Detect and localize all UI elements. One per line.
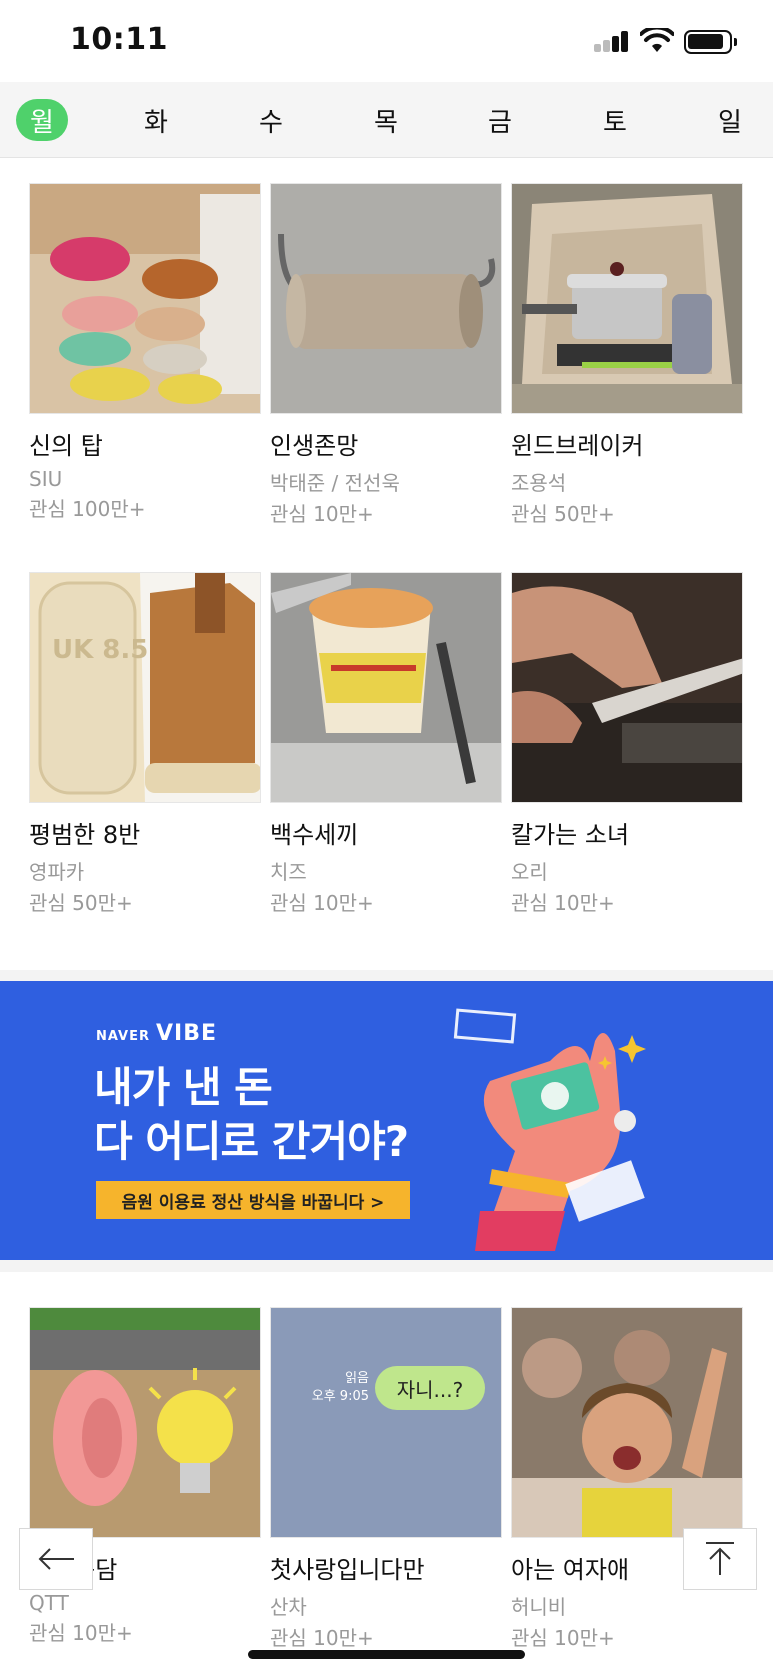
webtoon-interest: 관심 100만+ (29, 497, 146, 521)
tab-tuesday[interactable]: 화 (128, 82, 184, 158)
webtoon-title: 신의 탑 (29, 432, 103, 460)
webtoon-card[interactable]: 아는 여자애 허니비 관심 10만+ (511, 1307, 743, 1651)
classroom-girl-thumbnail (511, 1307, 743, 1538)
webtoon-card[interactable]: 읽음 오후 9:05 자니...? 첫사랑입니다만 산차 관심 10만+ (270, 1307, 502, 1651)
wifi-icon (640, 28, 674, 52)
boot-size-text: UK 8.5 (52, 635, 148, 665)
webtoon-author: QTT (29, 1591, 69, 1615)
tab-thursday[interactable]: 목 (358, 82, 414, 158)
webtoon-author: 허니비 (511, 1595, 567, 1619)
cellular-signal-icon (594, 30, 630, 52)
webtoon-interest: 관심 10만+ (29, 1621, 133, 1645)
brand-name: VIBE (156, 1021, 218, 1046)
home-indicator (248, 1650, 525, 1659)
webtoon-title: 첫사랑입니다만 (270, 1556, 425, 1584)
vibe-ad-banner[interactable]: NAVER VIBE 내가 낸 돈 다 어디로 간거야? 음원 이용료 정산 방식… (0, 981, 773, 1260)
scroll-top-icon (706, 1542, 734, 1575)
chat-read-label: 읽음 (345, 1371, 369, 1386)
chat-time-label: 오후 9:05 (311, 1389, 369, 1404)
scroll-top-button[interactable] (683, 1528, 757, 1590)
webtoon-author: 산차 (270, 1595, 307, 1619)
webtoon-card[interactable]: 귀전구담 QTT 관심 10만+ (29, 1307, 261, 1646)
webtoon-title: 평범한 8반 (29, 821, 141, 849)
shoes-thumbnail (29, 183, 261, 414)
tab-monday[interactable]: 월 (14, 82, 70, 158)
webtoon-interest: 관심 10만+ (270, 502, 374, 526)
webtoon-card[interactable]: 백수세끼 치즈 관심 10만+ (270, 572, 502, 916)
back-button[interactable] (19, 1528, 93, 1590)
tab-wednesday[interactable]: 수 (243, 82, 299, 158)
webtoon-interest: 관심 50만+ (511, 502, 615, 526)
status-time: 10:11 (70, 22, 168, 57)
webtoon-author: 조용석 (511, 471, 567, 495)
webtoon-card[interactable]: UK 8.5 평범한 8반 영파카 관심 50만+ (29, 572, 261, 916)
webtoon-interest: 관심 10만+ (511, 1626, 615, 1650)
webtoon-author: 영파카 (29, 860, 85, 884)
webtoon-author: 박태준 / 전선욱 (270, 471, 400, 495)
chat-bubble: 자니...? (375, 1366, 485, 1410)
battery-icon (684, 30, 737, 54)
webtoon-interest: 관심 10만+ (511, 891, 615, 915)
tab-saturday[interactable]: 토 (587, 82, 643, 158)
tab-label: 일 (718, 107, 742, 138)
tab-friday[interactable]: 금 (472, 82, 528, 158)
tab-label: 월 (16, 99, 68, 141)
back-arrow-icon (38, 1548, 74, 1570)
tab-label: 금 (488, 107, 512, 138)
tab-label: 토 (603, 107, 627, 138)
headline-line-1: 내가 낸 돈 (94, 1063, 273, 1112)
cup-noodle-thumbnail (270, 572, 502, 803)
knife-sharpening-thumbnail (511, 572, 743, 803)
webtoon-author: 치즈 (270, 860, 307, 884)
tab-label: 화 (144, 107, 168, 138)
status-bar: 10:11 (0, 0, 773, 82)
brand-small: NAVER (96, 1029, 151, 1044)
chat-bubble-thumbnail: 읽음 오후 9:05 자니...? (270, 1307, 502, 1538)
webtoon-author: SIU (29, 467, 63, 491)
ear-bulb-thumbnail (29, 1307, 261, 1538)
webtoon-title: 윈드브레이커 (511, 432, 644, 460)
banner-cta-button[interactable]: 음원 이용료 정산 방식을 바꿉니다 > (96, 1181, 410, 1219)
hand-money-illustration (453, 1008, 646, 1251)
tab-sunday[interactable]: 일 (702, 82, 758, 158)
boots-thumbnail: UK 8.5 (29, 572, 261, 803)
toilet-roll-thumbnail (270, 183, 502, 414)
section-divider (0, 970, 773, 981)
tab-label: 수 (259, 107, 283, 138)
section-divider (0, 1260, 773, 1272)
webtoon-interest: 관심 10만+ (270, 1626, 374, 1650)
camping-stove-thumbnail (511, 183, 743, 414)
webtoon-card[interactable]: 윈드브레이커 조용석 관심 50만+ (511, 183, 743, 527)
webtoon-card[interactable]: 신의 탑 SIU 관심 100만+ (29, 183, 261, 522)
webtoon-title: 칼가는 소녀 (511, 821, 630, 849)
headline-line-2: 다 어디로 간거야? (94, 1117, 409, 1166)
webtoon-title: 인생존망 (270, 432, 359, 460)
tab-label: 목 (374, 107, 398, 138)
webtoon-card[interactable]: 칼가는 소녀 오리 관심 10만+ (511, 572, 743, 916)
vibe-logo: NAVER VIBE (96, 1021, 217, 1046)
webtoon-author: 오리 (511, 860, 548, 884)
webtoon-interest: 관심 50만+ (29, 891, 133, 915)
weekday-tab-bar: 월 화 수 목 금 토 일 (0, 82, 773, 158)
webtoon-card[interactable]: 인생존망 박태준 / 전선욱 관심 10만+ (270, 183, 502, 527)
banner-headline: 내가 낸 돈 다 어디로 간거야? (94, 1061, 409, 1169)
webtoon-interest: 관심 10만+ (270, 891, 374, 915)
webtoon-title: 백수세끼 (270, 821, 359, 849)
